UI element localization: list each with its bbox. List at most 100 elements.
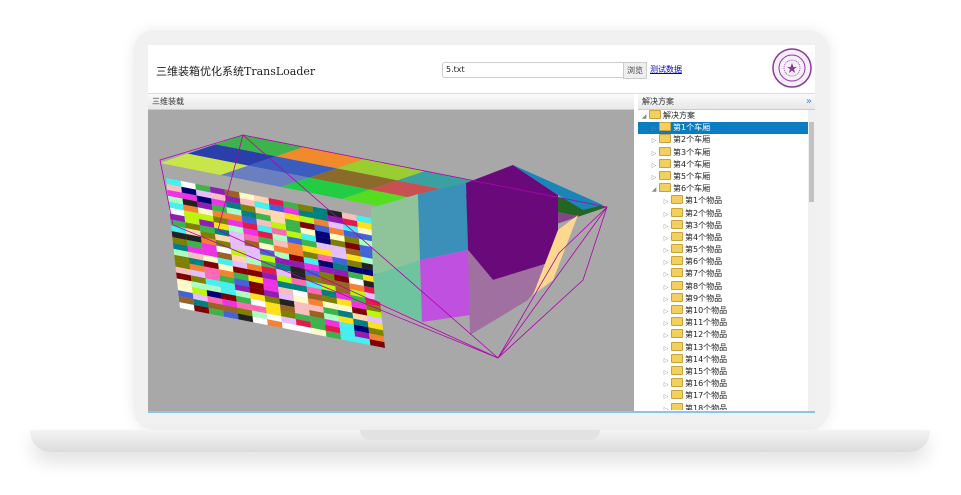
node-label: 第2个物品 [685,208,723,218]
folder-icon [649,110,661,119]
expand-toggle-icon[interactable]: ▷ [662,196,670,208]
expand-toggle-icon[interactable]: ▷ [650,135,658,147]
folder-icon [671,317,683,327]
tree-item-node[interactable]: ▷ 第18个物品 [638,402,808,411]
tree-item-node[interactable]: ▷ 第5个物品 [638,244,808,256]
tree-item-node[interactable]: ▷ 第17个物品 [638,390,808,402]
tree-item-node[interactable]: ▷ 第4个物品 [638,231,808,245]
tree-vehicle-node[interactable]: ▷ 第3个车厢 [638,146,808,160]
tree-item-node[interactable]: ▷ 第16个物品 [638,378,808,390]
folder-icon [659,134,671,144]
folder-icon [671,353,683,363]
folder-icon [659,170,671,180]
tree-item-node[interactable]: ▷ 第15个物品 [638,365,808,379]
folder-icon [671,378,683,388]
tree-vehicle-node[interactable]: ▷ 第2个车厢 [638,134,808,146]
node-label: 第1个物品 [685,196,723,206]
expand-toggle-icon[interactable]: ▷ [650,123,658,135]
tree-item-node[interactable]: ▷ 第3个物品 [638,219,808,233]
laptop-notch [360,430,600,440]
node-label: 第2个车厢 [673,135,711,145]
folder-icon [671,390,683,400]
node-label: 第13个物品 [685,342,728,352]
tree-item-node[interactable]: ▷ 第2个物品 [638,207,808,221]
bottom-border [148,411,815,413]
container-3d-scene[interactable] [148,110,634,412]
expand-toggle-icon[interactable]: ▷ [650,172,658,184]
tree-item-node[interactable]: ▷ 第11个物品 [638,317,808,329]
expand-toggle-icon[interactable]: ▷ [662,282,670,294]
app-title: 三维装箱优化系统TransLoader [156,65,316,78]
solution-tree: ◢ 解决方案 ▷ 第1个车厢 ▷ 第2个车厢 ▷ 第3个车厢 ▷ 第4个车厢 ▷ 第5个车厢 ◢ 第6个车… [638,110,808,410]
3d-viewport[interactable] [148,110,634,412]
expand-toggle-icon[interactable]: ▷ [662,221,670,233]
3d-loading-panel-header: 三维装载 [148,94,634,110]
expand-toggle-icon[interactable]: ▷ [662,257,670,269]
tree-vehicle-node[interactable]: ▷ 第5个车厢 [638,170,808,184]
tree-item-node[interactable]: ▷ 第14个物品 [638,353,808,367]
expand-toggle-icon[interactable]: ▷ [650,148,658,160]
tree-item-node[interactable]: ▷ 第6个物品 [638,256,808,268]
tree-item-node[interactable]: ▷ 第7个物品 [638,268,808,280]
cargo-box-large [418,183,468,260]
expand-toggle-icon[interactable]: ▷ [662,379,670,391]
scrollbar-thumb[interactable] [809,122,814,202]
node-label: 第18个物品 [685,403,728,411]
folder-icon [671,402,683,410]
tree-scrollbar[interactable] [808,110,815,412]
folder-icon [671,329,683,339]
node-label: 第11个物品 [685,318,728,328]
node-label: 第15个物品 [685,366,728,376]
expand-toggle-icon[interactable]: ▷ [662,318,670,330]
header: 三维装箱优化系统TransLoader 5.txt 浏览 测试数据 [148,45,815,94]
folder-icon [659,146,671,156]
tree-root[interactable]: ◢ 解决方案 [638,110,808,122]
expand-toggle-icon[interactable]: ▷ [662,209,670,221]
node-label: 第8个物品 [685,281,723,291]
tree-vehicle-node[interactable]: ◢ 第6个车厢 [638,183,808,195]
expand-toggle-icon[interactable]: ▷ [662,294,670,306]
node-label: 第3个物品 [685,220,723,230]
expand-toggle-icon[interactable]: ▷ [662,355,670,367]
node-label: 第10个物品 [685,306,728,315]
tree-vehicle-node[interactable]: ▷ 第4个车厢 [638,158,808,172]
expand-toggle-icon[interactable]: ▷ [662,391,670,403]
node-label: 第6个物品 [685,257,723,267]
app-window: 三维装箱优化系统TransLoader 5.txt 浏览 测试数据 三维装载 解… [148,45,815,413]
browse-button[interactable]: 浏览 [623,62,647,79]
node-label: 第4个车厢 [673,159,711,169]
expand-toggle-icon[interactable]: ▷ [662,269,670,281]
expand-toggle-icon[interactable]: ▷ [662,245,670,257]
double-chevron-right-icon[interactable]: » [806,94,812,110]
folder-icon [671,341,683,351]
expand-toggle-icon[interactable]: ▷ [662,330,670,342]
folder-icon [671,231,683,241]
expand-toggle-icon[interactable]: ▷ [662,404,670,411]
expand-toggle-icon[interactable]: ▷ [662,343,670,355]
solution-panel-header: 解决方案 » [638,94,815,110]
file-input[interactable]: 5.txt [442,62,627,78]
node-label: 第5个物品 [685,245,723,255]
tree-item-node[interactable]: ▷ 第13个物品 [638,341,808,355]
tree-item-node[interactable]: ▷ 第1个物品 [638,195,808,207]
expand-toggle-icon[interactable]: ▷ [662,306,670,318]
expand-toggle-icon[interactable]: ◢ [650,184,658,196]
expand-toggle-icon[interactable]: ▷ [650,160,658,172]
tree-item-node[interactable]: ▷ 第9个物品 [638,292,808,306]
node-label: 第3个车厢 [673,147,711,157]
tree-vehicle-node[interactable]: ▷ 第1个车厢 [638,122,808,135]
node-label: 第16个物品 [685,379,728,389]
tree-item-node[interactable]: ▷ 第8个物品 [638,280,808,294]
node-label: 第12个物品 [685,330,728,340]
folder-icon [671,280,683,290]
expand-toggle-icon[interactable]: ▷ [662,233,670,245]
university-seal-logo [772,48,812,88]
test-data-link[interactable]: 测试数据 [650,64,682,75]
node-label: 第5个车厢 [673,171,711,181]
expand-toggle-icon[interactable]: ▷ [662,367,670,379]
folder-icon [671,365,683,375]
node-label: 第4个物品 [685,232,723,242]
tree-item-node[interactable]: ▷ 第10个物品 [638,305,808,317]
tree-item-node[interactable]: ▷ 第12个物品 [638,329,808,341]
expand-toggle-icon[interactable]: ◢ [640,111,648,123]
